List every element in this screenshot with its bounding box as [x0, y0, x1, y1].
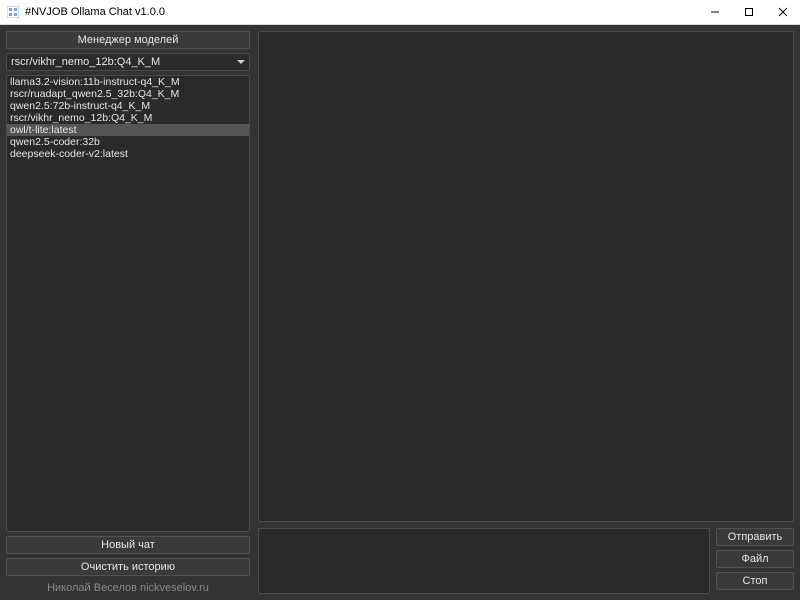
- model-select[interactable]: rscr/vikhr_nemo_12b:Q4_K_M: [6, 53, 250, 71]
- chat-input[interactable]: [258, 528, 710, 594]
- file-button[interactable]: Файл: [716, 550, 794, 568]
- input-row: Отправить Файл Стоп: [258, 528, 794, 594]
- chevron-down-icon: [237, 60, 245, 64]
- left-panel: Менеджер моделей rscr/vikhr_nemo_12b:Q4_…: [6, 31, 250, 594]
- minimize-button[interactable]: [698, 0, 732, 24]
- list-item[interactable]: deepseek-coder-v2:latest: [7, 148, 249, 160]
- chat-display[interactable]: [258, 31, 794, 522]
- list-item[interactable]: owl/t-lite:latest: [7, 124, 249, 136]
- app-body: Менеджер моделей rscr/vikhr_nemo_12b:Q4_…: [0, 25, 800, 600]
- clear-history-label: Очистить историю: [81, 561, 175, 573]
- maximize-button[interactable]: [732, 0, 766, 24]
- footer-credit: Николай Веселов nickveselov.ru: [6, 580, 250, 594]
- model-select-value: rscr/vikhr_nemo_12b:Q4_K_M: [11, 56, 160, 68]
- close-button[interactable]: [766, 0, 800, 24]
- list-item[interactable]: qwen2.5-coder:32b: [7, 136, 249, 148]
- send-button[interactable]: Отправить: [716, 528, 794, 546]
- app-icon: [6, 5, 20, 19]
- app-window: #NVJOB Ollama Chat v1.0.0 Менеджер модел…: [0, 0, 800, 600]
- new-chat-label: Новый чат: [101, 539, 155, 551]
- send-label: Отправить: [728, 531, 783, 543]
- model-manager-label: Менеджер моделей: [78, 34, 179, 46]
- list-item[interactable]: rscr/vikhr_nemo_12b:Q4_K_M: [7, 112, 249, 124]
- list-item[interactable]: rscr/ruadapt_qwen2.5_32b:Q4_K_M: [7, 88, 249, 100]
- stop-label: Стоп: [743, 575, 768, 587]
- file-label: Файл: [741, 553, 768, 565]
- model-listbox[interactable]: llama3.2-vision:11b-instruct-q4_K_Mrscr/…: [6, 75, 250, 532]
- list-item[interactable]: qwen2.5:72b-instruct-q4_K_M: [7, 100, 249, 112]
- window-title: #NVJOB Ollama Chat v1.0.0: [25, 6, 165, 18]
- right-panel: Отправить Файл Стоп: [258, 31, 794, 594]
- action-buttons: Отправить Файл Стоп: [716, 528, 794, 594]
- titlebar: #NVJOB Ollama Chat v1.0.0: [0, 0, 800, 25]
- clear-history-button[interactable]: Очистить историю: [6, 558, 250, 576]
- new-chat-button[interactable]: Новый чат: [6, 536, 250, 554]
- model-manager-button[interactable]: Менеджер моделей: [6, 31, 250, 49]
- list-item[interactable]: llama3.2-vision:11b-instruct-q4_K_M: [7, 76, 249, 88]
- stop-button[interactable]: Стоп: [716, 572, 794, 590]
